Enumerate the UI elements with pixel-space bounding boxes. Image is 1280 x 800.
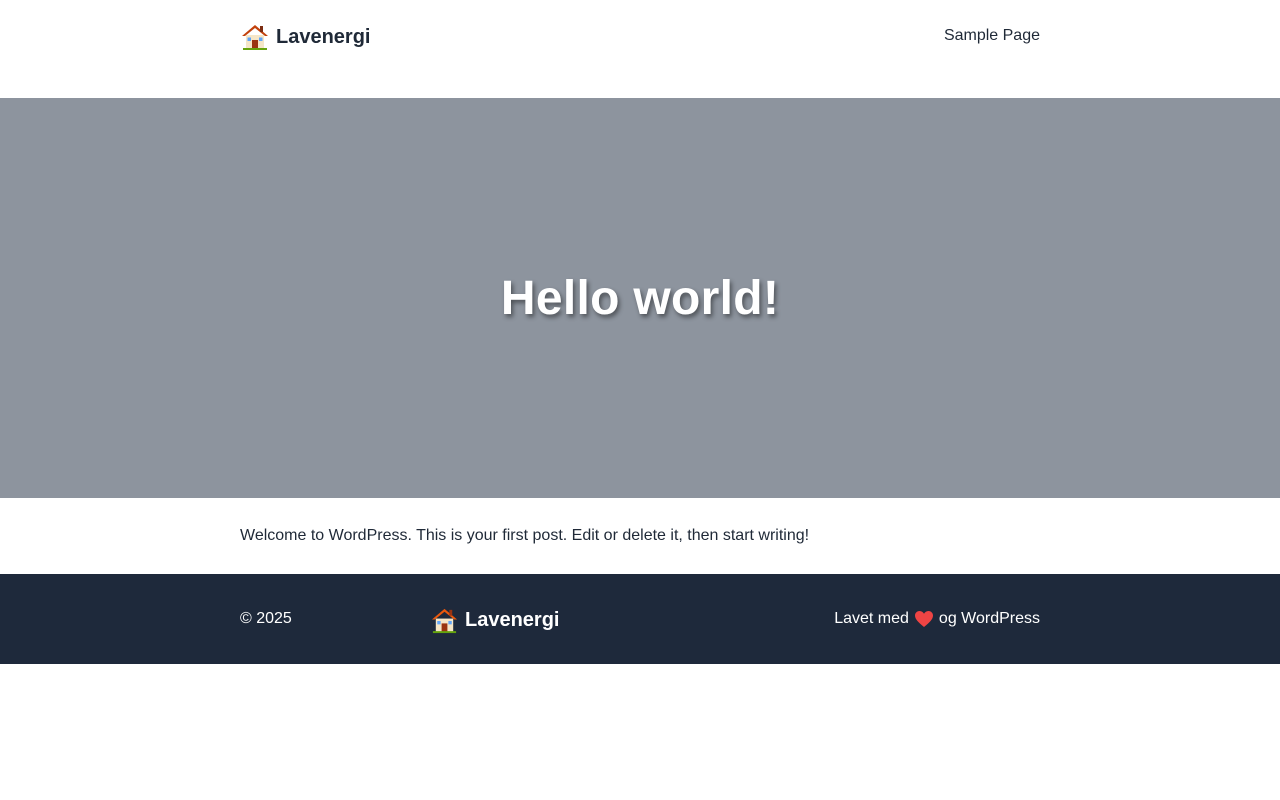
copyright-text: © 2025 (240, 610, 292, 627)
heart-icon (914, 610, 934, 628)
hero-banner: Hello world! (0, 98, 1280, 498)
house-icon (240, 22, 270, 52)
site-footer: © 2025 Lavenergi Lavet med og WordPress (0, 574, 1280, 664)
house-icon (430, 606, 459, 635)
credit-prefix: Lavet med (834, 610, 909, 627)
header-container: Lavenergi Sample Page (240, 0, 1040, 98)
content-container: Welcome to WordPress. This is your first… (240, 498, 1040, 546)
nav-item-sample-page[interactable]: Sample Page (944, 26, 1040, 46)
post-title: Hello world! (500, 271, 780, 325)
credit-suffix: og WordPress (938, 610, 1040, 627)
footer-container: © 2025 Lavenergi Lavet med og WordPress (240, 574, 1040, 664)
page-bottom-space (0, 664, 1280, 800)
site-header: Lavenergi Sample Page (0, 0, 1280, 98)
post-body-text: Welcome to WordPress. This is your first… (240, 527, 810, 544)
post-content: Welcome to WordPress. This is your first… (0, 498, 1280, 574)
site-title: Lavenergi (276, 25, 371, 48)
footer-site-title: Lavenergi (465, 608, 560, 631)
footer-credit: Lavet med og WordPress (834, 609, 1040, 629)
footer-brand-link[interactable]: Lavenergi (430, 604, 559, 636)
site-brand-link[interactable]: Lavenergi (240, 20, 370, 54)
